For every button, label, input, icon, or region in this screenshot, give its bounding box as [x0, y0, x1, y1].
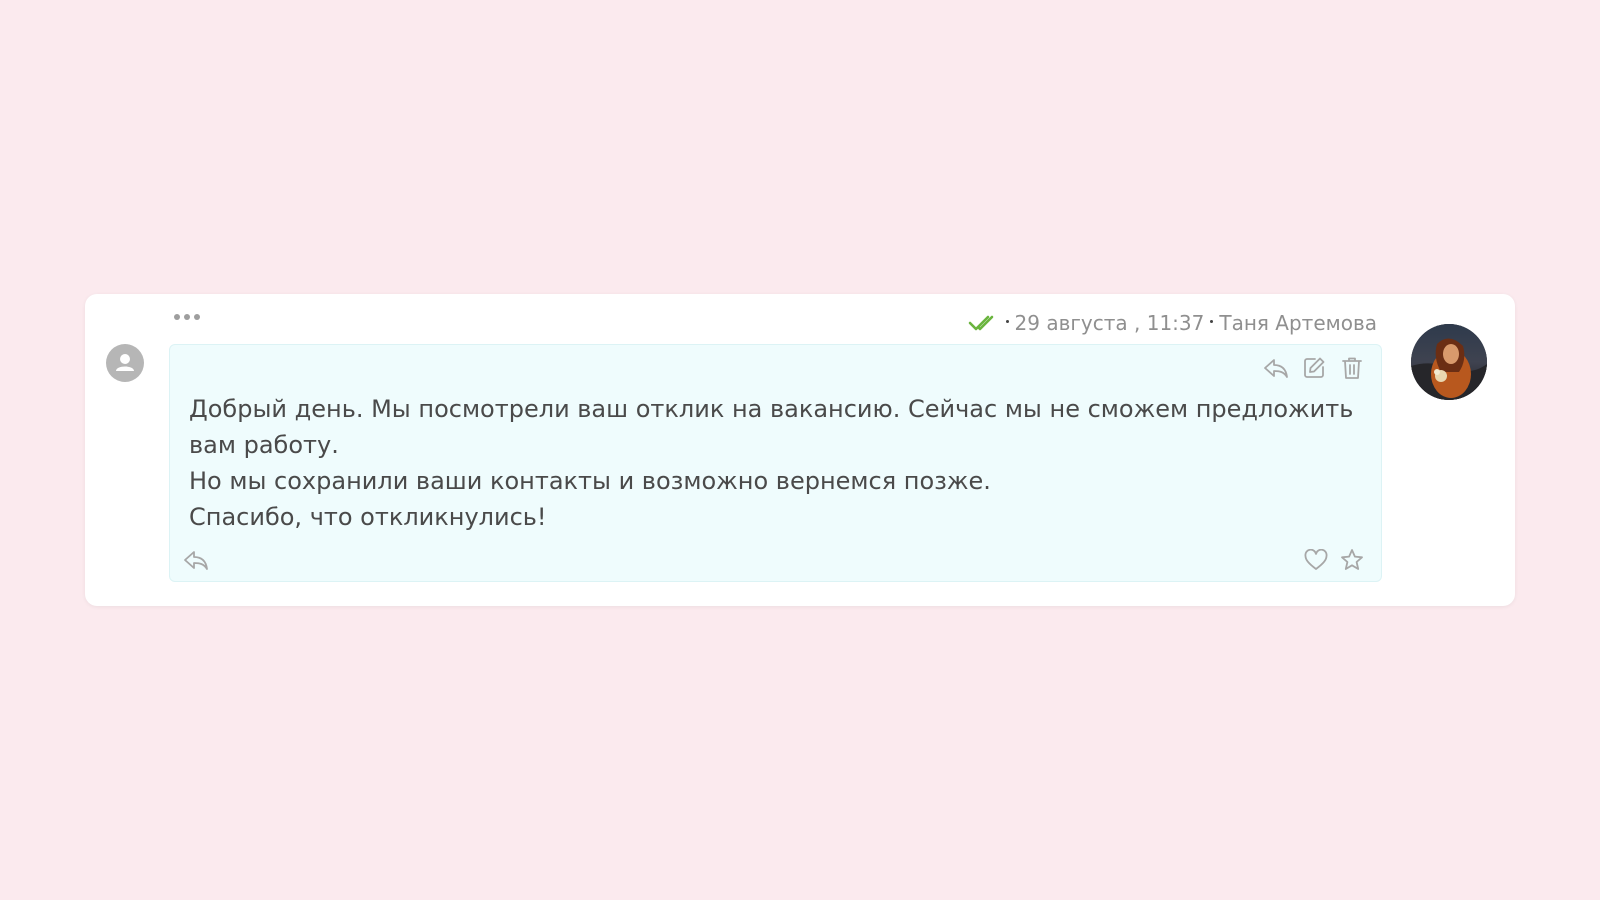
reply-button[interactable] [1263, 355, 1289, 381]
message-author[interactable]: Таня Артемова [1219, 311, 1377, 335]
author-photo [1411, 324, 1487, 400]
more-options-button[interactable] [172, 310, 202, 324]
reaction-actions [1303, 547, 1365, 573]
message-bubble: Добрый день. Мы посмотрели ваш отклик на… [169, 344, 1382, 582]
message-line: Спасибо, что откликнулись! [189, 503, 547, 531]
separator-dot [1210, 319, 1214, 323]
heart-icon [1304, 549, 1328, 570]
message-text: Добрый день. Мы посмотрели ваш отклик на… [189, 391, 1359, 535]
author-avatar[interactable] [1411, 324, 1487, 400]
edit-icon [1304, 357, 1325, 378]
message-date: 29 августа , 11:37 [1014, 311, 1205, 335]
favorite-button[interactable] [1339, 547, 1365, 573]
sender-avatar-placeholder[interactable] [106, 344, 144, 382]
more-dots-icon [174, 314, 180, 320]
edit-button[interactable] [1301, 355, 1327, 381]
message-actions [1263, 355, 1365, 381]
separator-dot [1005, 319, 1009, 323]
reply-icon [1264, 359, 1288, 378]
star-icon [1341, 549, 1363, 570]
message-line: Но мы сохранили ваши контакты и возможно… [189, 467, 991, 495]
message-card: 29 августа , 11:37 Таня Артемова Добрый … [85, 294, 1515, 606]
message-meta: 29 августа , 11:37 Таня Артемова [968, 310, 1377, 336]
quote-reply-button[interactable] [183, 547, 209, 573]
user-icon [116, 354, 134, 371]
trash-icon [1342, 357, 1362, 379]
delete-button[interactable] [1339, 355, 1365, 381]
message-line: Добрый день. Мы посмотрели ваш отклик на… [189, 395, 1354, 459]
like-button[interactable] [1303, 547, 1329, 573]
reply-icon [184, 551, 208, 570]
double-check-icon [968, 314, 1000, 332]
